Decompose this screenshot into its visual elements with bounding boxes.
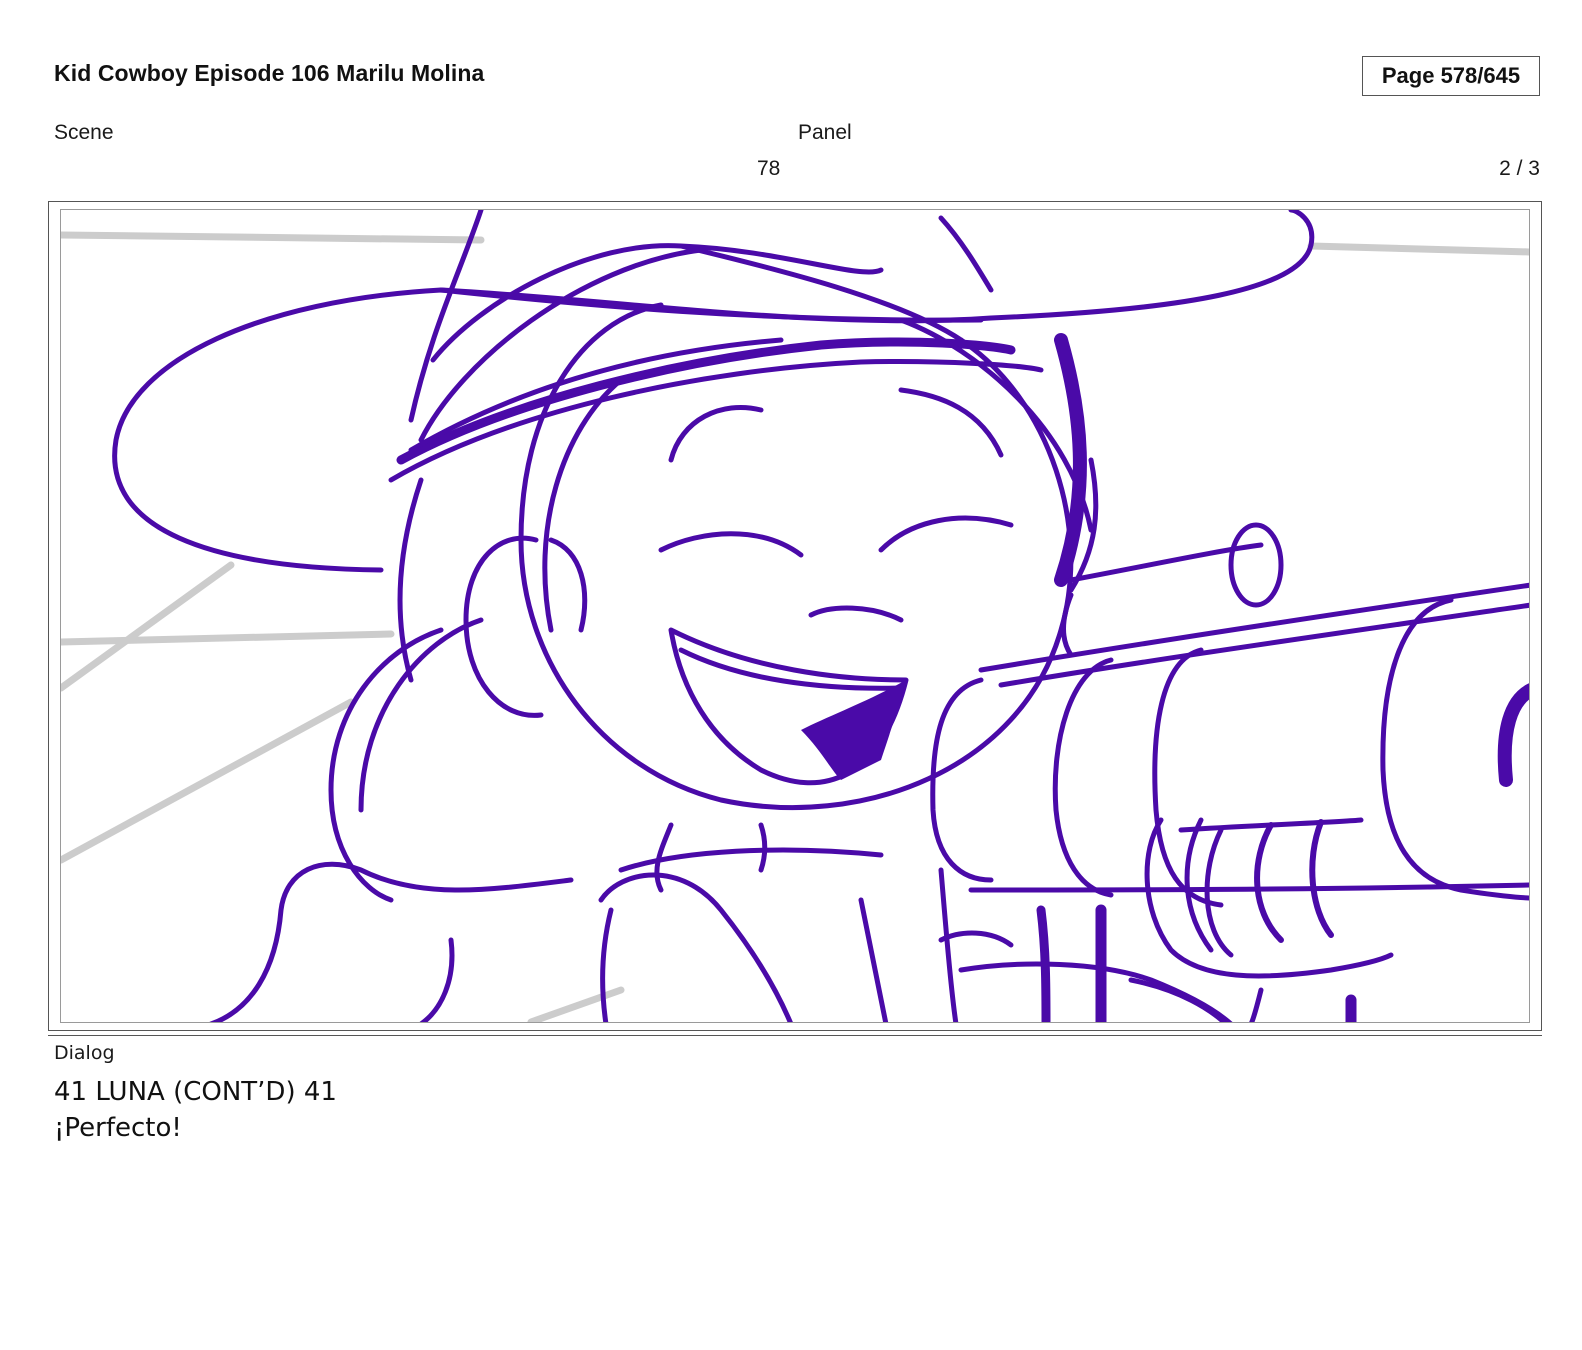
dialog-line: 41 LUNA (CONT’D) 41: [54, 1077, 337, 1107]
panel-label: Panel: [798, 121, 852, 144]
page-indicator: Page 578/645: [1362, 56, 1540, 96]
dialog-line: ¡Perfecto!: [54, 1113, 182, 1143]
scene-number: 78: [757, 157, 781, 180]
storyboard-sketch: [61, 210, 1529, 1022]
dialog-label: Dialog: [54, 1042, 115, 1064]
scene-label: Scene: [54, 121, 114, 144]
panel-number: 2 / 3: [1499, 157, 1540, 180]
dialog-divider: [48, 1035, 1542, 1036]
document-title: Kid Cowboy Episode 106 Marilu Molina: [54, 60, 485, 86]
storyboard-panel: [60, 209, 1530, 1023]
